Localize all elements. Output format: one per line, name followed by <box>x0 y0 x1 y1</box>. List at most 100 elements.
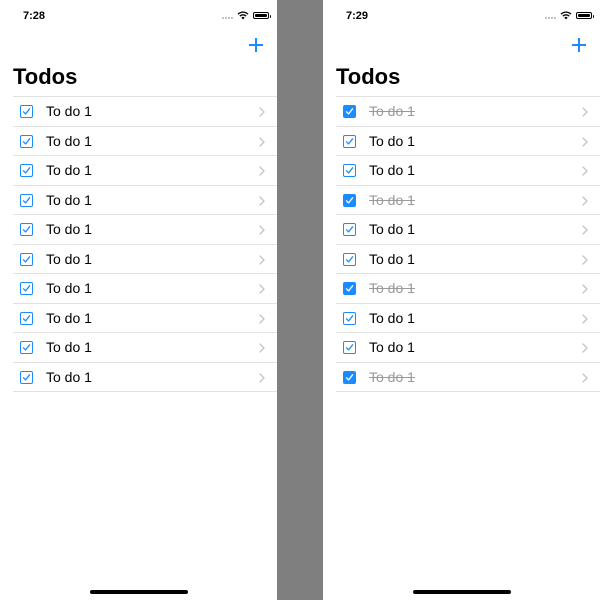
checkbox-icon[interactable] <box>343 223 356 236</box>
todo-label: To do 1 <box>369 103 415 119</box>
wifi-icon <box>237 11 249 20</box>
todo-label: To do 1 <box>369 162 415 178</box>
add-todo-button[interactable] <box>572 38 586 52</box>
status-icons <box>545 11 594 20</box>
todo-row[interactable]: To do 1 <box>13 245 277 274</box>
chevron-right-icon <box>582 313 588 324</box>
todo-row[interactable]: To do 1 <box>336 97 600 127</box>
battery-icon <box>576 12 594 19</box>
todo-label: To do 1 <box>369 309 415 326</box>
status-time: 7:29 <box>346 10 369 22</box>
todo-label: To do 1 <box>46 339 92 355</box>
status-time: 7:28 <box>23 10 46 22</box>
status-icons <box>222 11 271 20</box>
checkbox-icon[interactable] <box>343 105 356 118</box>
todo-row[interactable]: To do 1 <box>336 245 600 274</box>
chevron-right-icon <box>582 225 588 235</box>
todo-row[interactable]: To do 1 <box>13 333 277 363</box>
checkbox-icon[interactable] <box>343 370 356 384</box>
todo-label: To do 1 <box>46 162 92 178</box>
chevron-right-icon <box>259 107 265 117</box>
todo-row[interactable]: To do 1 <box>336 274 600 304</box>
todo-row[interactable]: To do 1 <box>336 156 600 186</box>
checkbox-icon[interactable] <box>343 164 356 177</box>
checkbox-icon[interactable] <box>20 134 33 148</box>
todo-label: To do 1 <box>369 132 415 149</box>
todo-label: To do 1 <box>46 191 92 208</box>
todo-label: To do 1 <box>46 368 92 385</box>
checkbox-icon[interactable] <box>20 282 33 295</box>
todo-row[interactable]: To do 1 <box>13 304 277 333</box>
todo-label: To do 1 <box>369 368 415 385</box>
checkbox-icon[interactable] <box>20 105 33 118</box>
phone-screen-after: 7:29 Todos To do 1 To do 1 To do 1 To do 1 T… <box>323 0 600 600</box>
signal-icon <box>222 13 233 19</box>
chevron-right-icon <box>259 343 265 353</box>
chevron-right-icon <box>259 254 265 265</box>
todo-row[interactable]: To do 1 <box>13 127 277 156</box>
todo-row[interactable]: To do 1 <box>336 215 600 245</box>
todo-row[interactable]: To do 1 <box>13 97 277 127</box>
status-bar: 7:28 <box>0 0 277 32</box>
phone-screen-before: 7:28 Todos To do 1 To do 1 To do 1 To do 1T… <box>0 0 277 600</box>
todo-row[interactable]: To do 1 <box>13 215 277 245</box>
chevron-right-icon <box>259 313 265 324</box>
home-indicator[interactable] <box>89 590 188 594</box>
checkbox-icon[interactable] <box>20 193 33 207</box>
chevron-right-icon <box>259 166 265 176</box>
todo-row[interactable]: To do 1 <box>13 156 277 186</box>
checkbox-icon[interactable] <box>343 282 356 295</box>
checkbox-icon[interactable] <box>20 311 33 325</box>
add-todo-button[interactable] <box>249 38 263 52</box>
chevron-right-icon <box>582 195 588 206</box>
chevron-right-icon <box>259 284 265 294</box>
chevron-right-icon <box>582 372 588 383</box>
wifi-icon <box>560 11 572 20</box>
status-bar: 7:29 <box>323 0 600 32</box>
todo-row[interactable]: To do 1 <box>336 127 600 156</box>
chevron-right-icon <box>582 343 588 353</box>
checkbox-icon[interactable] <box>343 341 356 354</box>
checkbox-icon[interactable] <box>20 341 33 354</box>
todo-label: To do 1 <box>46 132 92 149</box>
todo-label: To do 1 <box>369 339 415 355</box>
page-title: Todos <box>13 64 78 89</box>
chevron-right-icon <box>582 107 588 117</box>
chevron-right-icon <box>582 136 588 147</box>
todo-label: To do 1 <box>46 250 92 267</box>
chevron-right-icon <box>259 195 265 206</box>
todo-row[interactable]: To do 1 <box>13 186 277 215</box>
signal-icon <box>545 13 556 19</box>
chevron-right-icon <box>259 136 265 147</box>
todo-row[interactable]: To do 1 <box>336 304 600 333</box>
todo-label: To do 1 <box>369 280 415 296</box>
checkbox-icon[interactable] <box>343 311 356 325</box>
todo-label: To do 1 <box>369 250 415 267</box>
checkbox-icon[interactable] <box>343 252 356 266</box>
todo-row[interactable]: To do 1 <box>336 333 600 363</box>
home-indicator[interactable] <box>412 590 511 594</box>
checkbox-icon[interactable] <box>20 164 33 177</box>
todo-label: To do 1 <box>46 221 92 237</box>
todo-label: To do 1 <box>46 280 92 296</box>
checkbox-icon[interactable] <box>343 134 356 148</box>
todo-row[interactable]: To do 1 <box>13 363 277 392</box>
todo-row[interactable]: To do 1 <box>13 274 277 304</box>
todo-row[interactable]: To do 1 <box>336 186 600 215</box>
battery-icon <box>253 12 271 19</box>
todo-row[interactable]: To do 1 <box>336 363 600 392</box>
chevron-right-icon <box>582 166 588 176</box>
checkbox-icon[interactable] <box>20 252 33 266</box>
todo-label: To do 1 <box>369 221 415 237</box>
chevron-right-icon <box>582 284 588 294</box>
checkbox-icon[interactable] <box>343 193 356 207</box>
todo-list: To do 1 To do 1 To do 1 To do 1 To do 1 To do… <box>13 96 277 392</box>
todo-label: To do 1 <box>369 191 415 208</box>
page-title: Todos <box>336 64 401 89</box>
todo-label: To do 1 <box>46 309 92 326</box>
chevron-right-icon <box>582 254 588 265</box>
checkbox-icon[interactable] <box>20 370 33 384</box>
chevron-right-icon <box>259 225 265 235</box>
checkbox-icon[interactable] <box>20 223 33 236</box>
todo-label: To do 1 <box>46 103 92 119</box>
